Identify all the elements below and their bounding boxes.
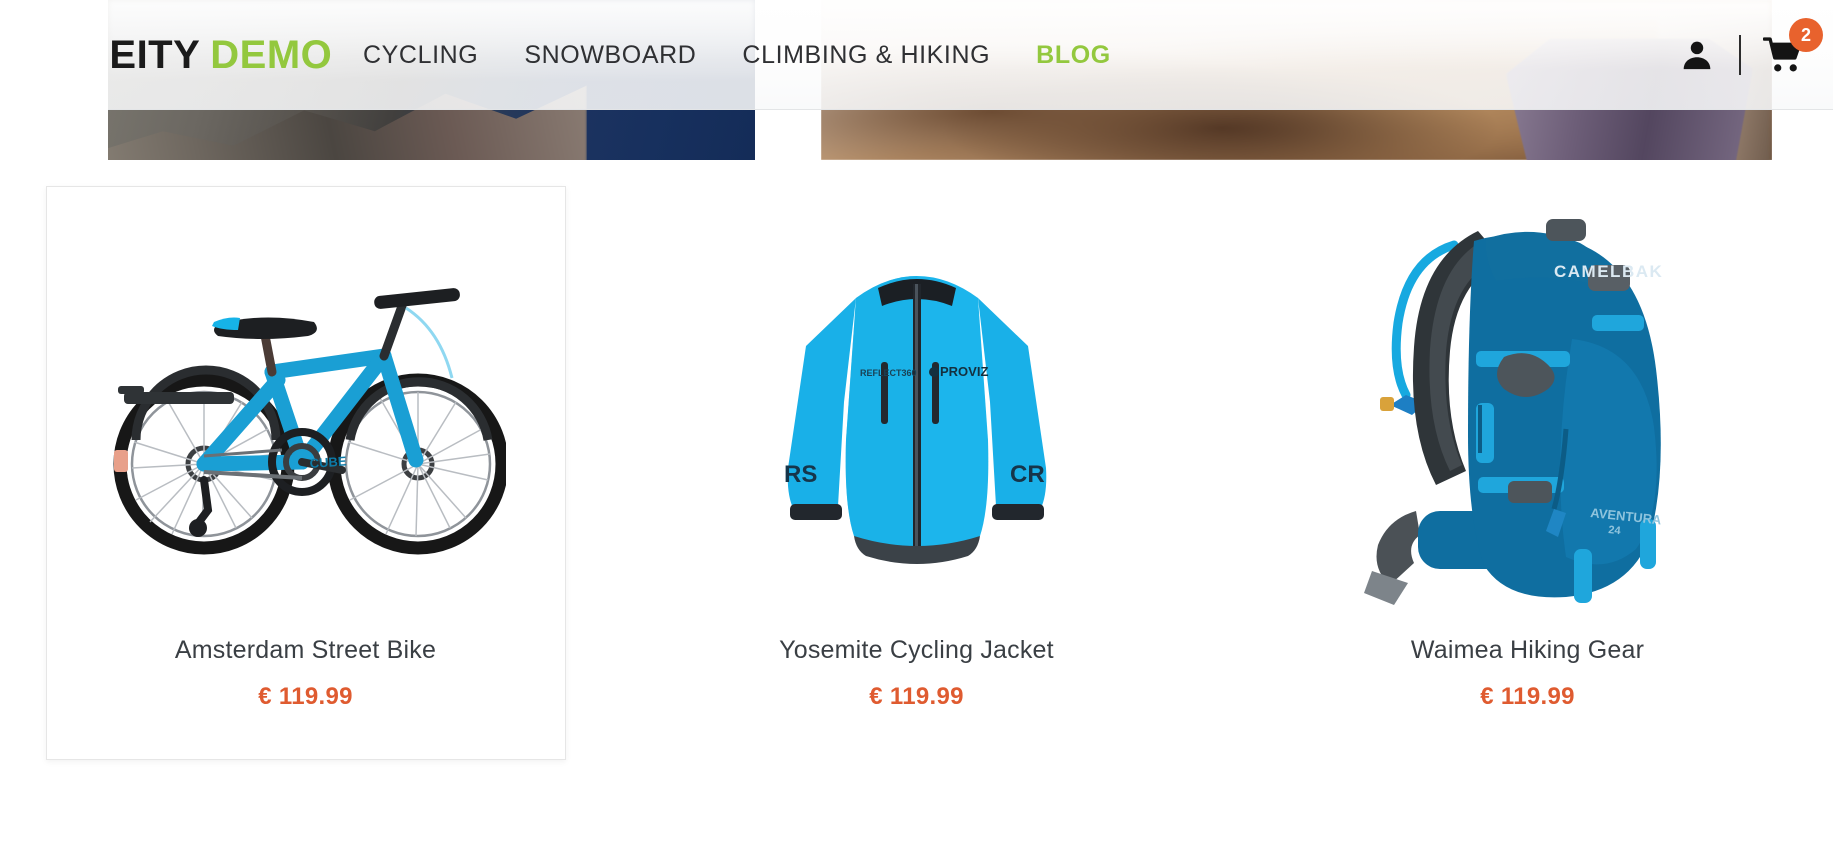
svg-text:24: 24: [1607, 524, 1621, 537]
nav-item-blog[interactable]: BLOG: [1013, 0, 1134, 110]
logo-wordmark: DEITY DEMO: [80, 35, 332, 75]
cycling-jacket-image[interactable]: PROVIZ REFLECT360 RS CR: [707, 221, 1127, 617]
main-navigation: CYCLING SNOWBOARD CLIMBING & HIKING BLOG: [340, 0, 1134, 110]
svg-text:CAMELBAK: CAMELBAK: [1554, 262, 1663, 281]
product-price: € 119.99: [258, 683, 353, 710]
user-account-icon: [1680, 38, 1714, 72]
header-actions: 2: [1673, 0, 1823, 110]
svg-text:REFLECT360: REFLECT360: [860, 368, 917, 378]
cart-count-badge: 2: [1789, 18, 1823, 52]
logo-word-demo: DEMO: [210, 32, 333, 77]
product-grid: CUBE Amsterdam Street Bike € 119.99 PROV…: [0, 186, 1833, 760]
product-column-1: CUBE Amsterdam Street Bike € 119.99: [0, 186, 611, 760]
product-column-2: PROVIZ REFLECT360 RS CR Yosemite Cycling…: [611, 186, 1222, 760]
page-root: DEITY DEMO CYCLING SNOWBOARD CLIMBING & H…: [0, 0, 1833, 848]
product-price: € 119.99: [1480, 683, 1575, 710]
product-title: Waimea Hiking Gear: [1410, 636, 1645, 664]
nav-item-climbing-hiking[interactable]: CLIMBING & HIKING: [719, 0, 1013, 110]
site-header: DEITY DEMO CYCLING SNOWBOARD CLIMBING & H…: [0, 0, 1833, 110]
header-divider: [1739, 35, 1741, 75]
nav-item-cycling[interactable]: CYCLING: [340, 0, 501, 110]
hiking-backpack-image[interactable]: CAMELBAK AVENTURA 24: [1318, 219, 1738, 617]
svg-text:CR: CR: [1010, 461, 1045, 488]
product-title: Amsterdam Street Bike: [174, 636, 437, 664]
logo-backdrop: [0, 0, 108, 110]
product-title: Yosemite Cycling Jacket: [779, 636, 1054, 664]
svg-text:RS: RS: [784, 461, 817, 488]
account-button[interactable]: [1673, 31, 1721, 79]
bicycle-image[interactable]: CUBE: [96, 221, 516, 617]
svg-text:PROVIZ: PROVIZ: [940, 364, 988, 379]
cart-button[interactable]: 2: [1759, 18, 1823, 79]
product-column-3: CAMELBAK AVENTURA 24 Waimea Hiking Gear …: [1222, 186, 1833, 760]
product-card-yosemite-cycling-jacket[interactable]: PROVIZ REFLECT360 RS CR Yosemite Cycling…: [656, 186, 1177, 760]
product-card-amsterdam-street-bike[interactable]: CUBE Amsterdam Street Bike € 119.99: [45, 186, 566, 760]
product-price: € 119.99: [869, 683, 964, 710]
product-card-waimea-hiking-gear[interactable]: CAMELBAK AVENTURA 24 Waimea Hiking Gear …: [1267, 186, 1788, 760]
nav-item-snowboard[interactable]: SNOWBOARD: [501, 0, 719, 110]
svg-text:CUBE: CUBE: [309, 453, 347, 471]
